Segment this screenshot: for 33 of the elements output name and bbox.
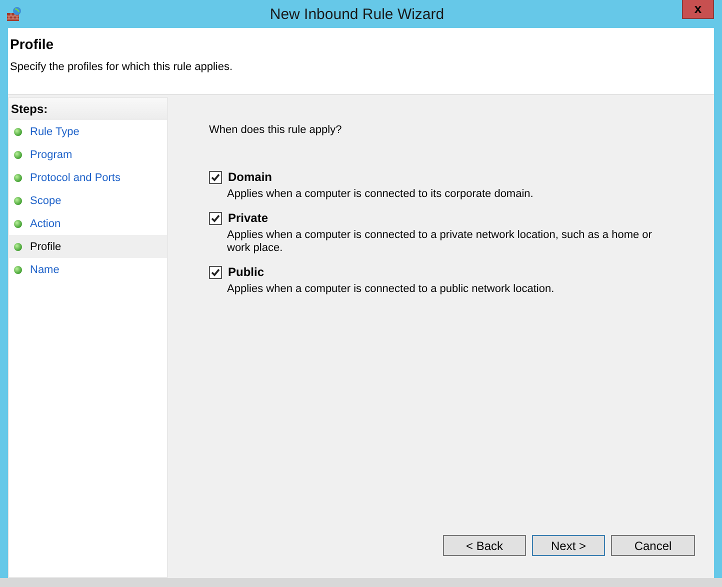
step-item[interactable]: Protocol and Ports [9, 166, 167, 189]
step-item[interactable]: Name [9, 258, 167, 281]
checkbox[interactable] [209, 170, 222, 184]
question-text: When does this rule apply? [209, 124, 343, 136]
steps-heading: Steps: [9, 98, 167, 120]
back-button[interactable]: < Back [443, 535, 526, 556]
status-dot-icon [14, 196, 22, 204]
status-dot-icon [14, 128, 22, 136]
page-title: Profile [10, 36, 55, 52]
status-dot-icon [14, 174, 22, 182]
checkbox-label[interactable]: Private [228, 211, 268, 225]
step-item[interactable]: Action [9, 212, 167, 235]
checkbox-label[interactable]: Domain [228, 170, 272, 184]
checkbox[interactable] [209, 212, 222, 224]
page-description: Specify the profiles for which this rule applies. [10, 61, 234, 73]
step-item[interactable]: Scope [9, 189, 167, 212]
checkbox-label[interactable]: Public [228, 265, 264, 279]
option-description: Applies when a computer is connected to its corporate domain. [227, 188, 534, 201]
status-dot-icon [14, 266, 22, 274]
step-item[interactable]: Profile [9, 235, 167, 258]
window-title: New Inbound Rule Wizard [268, 6, 444, 22]
option-description: Applies when a computer is connected to a private network location, such as a home or work place. [227, 229, 653, 255]
firewall-icon [6, 6, 22, 22]
status-dot-icon [14, 220, 22, 228]
option-description: Applies when a computer is connected to a public network location. [227, 283, 556, 296]
checkbox[interactable] [209, 266, 222, 278]
step-item[interactable]: Program [9, 143, 167, 166]
cancel-button[interactable]: Cancel [611, 535, 695, 556]
status-dot-icon [14, 242, 22, 250]
close-button[interactable]: x [682, 0, 714, 19]
step-item[interactable]: Rule Type [9, 120, 167, 143]
status-dot-icon [14, 150, 22, 158]
next-button[interactable]: Next > [532, 535, 605, 556]
